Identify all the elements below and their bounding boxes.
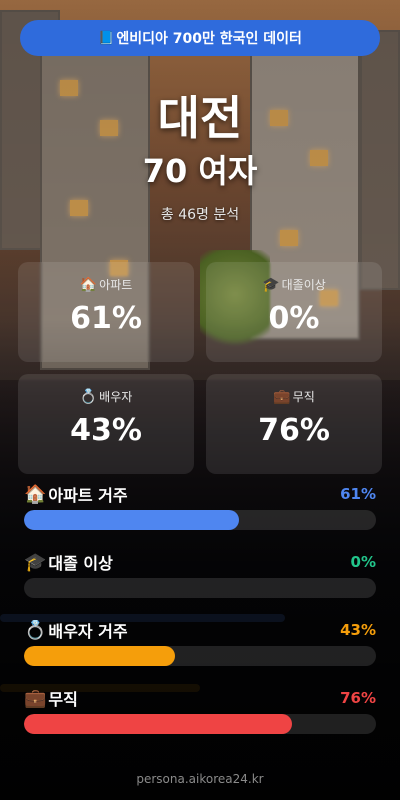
house-icon: 🏠 [24,483,47,505]
stat-label: 배우자 거주 [48,622,128,641]
stat-bar-college: 🎓 대졸 이상 0% [24,550,376,598]
ring-icon: 💍 [79,388,98,405]
stat-card-unemployed: 💼 무직 76% [206,374,382,474]
stat-label: 대졸 이상 [48,554,113,573]
stat-percent: 43% [340,621,376,639]
progress-track [24,510,376,530]
stat-label: 아파트 거주 [48,486,128,505]
data-source-banner[interactable]: 📘 엔비디아 700만 한국인 데이터 [20,20,380,56]
stat-bar-unemployed: 💼 무직 76% [24,686,376,734]
persona-card: 📘 엔비디아 700만 한국인 데이터 대전 70 여자 총 46명 분석 🏠 … [0,0,400,800]
card-label: 무직 [292,390,315,404]
progress-fill [24,646,176,666]
stat-percent: 0% [350,553,376,571]
briefcase-icon: 💼 [273,388,291,405]
progress-track [24,646,376,666]
progress-track [24,578,376,598]
card-value: 76% [258,413,330,448]
progress-fill [24,510,239,530]
persona-subtitle: 70 여자 [142,152,258,190]
card-value: 43% [70,413,142,448]
card-label: 아파트 [99,278,133,292]
stat-card-college: 🎓 대졸이상 0% [206,262,382,362]
stat-percent: 61% [340,485,376,503]
stat-percent: 76% [340,689,376,707]
card-value: 0% [268,301,320,336]
ring-icon: 💍 [24,619,47,641]
graduation-cap-icon: 🎓 [262,276,280,293]
house-icon: 🏠 [79,276,98,293]
stat-card-spouse: 💍 배우자 43% [18,374,194,474]
stat-bar-apartment: 🏠 아파트 거주 61% [24,482,376,530]
city-title: 대전 [157,91,243,145]
stat-bar-spouse: 💍 배우자 거주 43% [24,618,376,666]
footer-site-url[interactable]: persona.aikorea24.kr [0,772,400,786]
progress-track [24,714,376,734]
briefcase-icon: 💼 [24,687,47,709]
stat-label: 무직 [48,690,78,709]
sample-count: 총 46명 분석 [160,207,240,223]
card-label: 배우자 [99,390,133,404]
card-value: 61% [70,301,142,336]
graduation-cap-icon: 🎓 [24,551,47,573]
banner-text: 엔비디아 700만 한국인 데이터 [116,31,302,47]
card-label: 대졸이상 [281,278,326,292]
stat-card-apartment: 🏠 아파트 61% [18,262,194,362]
book-icon: 📘 [98,30,115,46]
progress-fill [24,714,292,734]
